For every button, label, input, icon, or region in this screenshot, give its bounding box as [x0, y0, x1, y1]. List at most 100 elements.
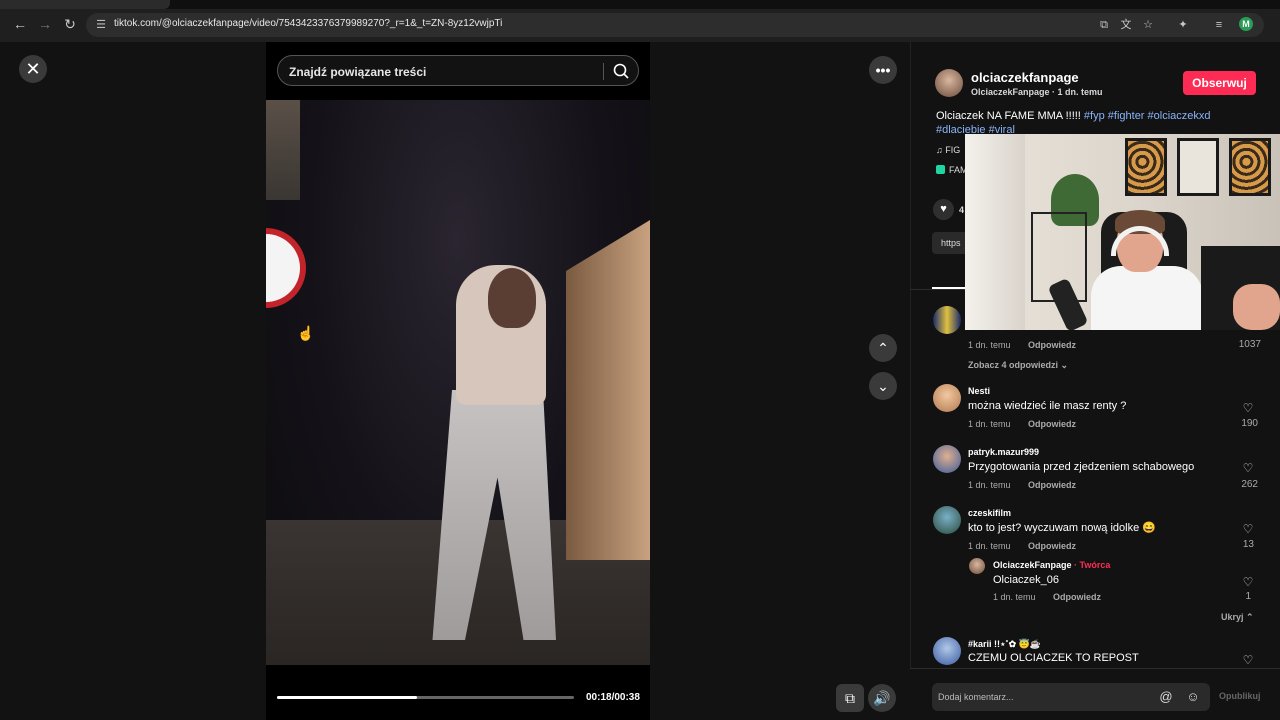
extensions-icon[interactable]: ✦	[1176, 18, 1190, 32]
comment-like-count: 190	[1241, 418, 1258, 429]
video-time: 00:18/00:38	[586, 692, 640, 703]
url-text[interactable]: tiktok.com/@olciaczekfanpage/video/75434…	[114, 18, 502, 29]
comment-reply-link[interactable]: Odpowiedz	[1028, 419, 1076, 429]
comment-input[interactable]: Dodaj komentarz... @ ☺	[932, 683, 1210, 711]
comment-time: 1 dn. temu	[968, 480, 1011, 490]
chevron-up-icon: ⌃	[877, 340, 889, 356]
comment-username[interactable]: czeskifilm	[968, 508, 1011, 518]
video-player[interactable]: ☝	[266, 100, 650, 665]
search-placeholder: Znajdź powiązane treści	[289, 65, 427, 79]
video-person-head	[488, 268, 536, 328]
comment-reply-link[interactable]: Odpowiedz	[1028, 340, 1076, 350]
likes-count: 4	[959, 205, 965, 215]
video-progress-bar[interactable]	[277, 696, 574, 699]
webcam-curtain	[965, 134, 1025, 330]
mention-icon[interactable]: @	[1158, 689, 1174, 705]
forward-icon[interactable]: →	[35, 14, 55, 34]
view-replies-link[interactable]: Zobacz 4 odpowiedzi ⌄	[968, 360, 1068, 371]
reply-heart-icon[interactable]: ♡	[1241, 575, 1255, 589]
comment-time: 1 dn. temu	[968, 340, 1011, 350]
more-options-button[interactable]: •••	[869, 56, 897, 84]
effect-icon	[936, 165, 945, 174]
back-icon[interactable]: ←	[10, 14, 30, 34]
comment-heart-icon[interactable]: ♡	[1241, 461, 1255, 475]
comment-time: 1 dn. temu	[968, 541, 1011, 551]
profile-avatar[interactable]: M	[1239, 17, 1253, 31]
music-note-icon: ♫	[936, 145, 946, 155]
comment-text: można wiedzieć ile masz renty ?	[968, 400, 1127, 412]
comment-placeholder: Dodaj komentarz...	[938, 692, 1014, 702]
follow-button[interactable]: Obserwuj	[1183, 71, 1256, 95]
comment-username[interactable]: Nesti	[968, 386, 990, 396]
emoji-icon[interactable]: ☺	[1185, 689, 1201, 705]
reply-time: 1 dn. temu	[993, 592, 1036, 602]
reload-icon[interactable]: ↻	[60, 14, 80, 34]
comment-like-count: 262	[1241, 479, 1258, 490]
chevron-up-icon: ⌃	[1246, 612, 1254, 622]
video-progress-fill	[277, 696, 417, 699]
webcam-frame-3	[1229, 138, 1271, 196]
heart-icon: ♥	[940, 203, 947, 215]
hashtag-fighter[interactable]: #fighter	[1108, 110, 1145, 122]
chevron-down-icon: ⌄	[1060, 360, 1069, 370]
close-button[interactable]: ✕	[19, 55, 47, 83]
more-icon: •••	[875, 62, 891, 78]
comment-heart-icon[interactable]: ♡	[1241, 522, 1255, 536]
tab-search-icon[interactable]: ≡	[1212, 18, 1226, 32]
mouse-cursor-icon: ☝	[297, 325, 315, 341]
caption-text: Olciaczek NA FAME MMA !!!!!	[936, 110, 1084, 122]
pip-button[interactable]: ⧉	[836, 684, 864, 712]
comment-avatar[interactable]	[933, 306, 961, 334]
hashtag-olciaczekxd[interactable]: #olciaczekxd	[1148, 110, 1211, 122]
effect-info[interactable]: FAM	[936, 165, 968, 175]
reply-avatar[interactable]	[969, 558, 985, 574]
comment-time: 1 dn. temu	[968, 419, 1011, 429]
author-avatar[interactable]	[935, 69, 963, 97]
related-search-input[interactable]: Znajdź powiązane treści	[277, 55, 639, 86]
comment-avatar[interactable]	[933, 445, 961, 473]
comment-text: Przygotowania przed zjedzeniem schaboweg…	[968, 461, 1195, 473]
comment-reply-link[interactable]: Odpowiedz	[1028, 480, 1076, 490]
previous-video-button[interactable]: ⌃	[869, 334, 897, 362]
reply-text: Olciaczek_06	[993, 574, 1060, 586]
install-icon[interactable]: ⧉	[1097, 18, 1111, 32]
comment-like-count: 13	[1242, 539, 1254, 550]
comment-username[interactable]: #karii !!⋆˚✿ 😇☕	[968, 639, 1041, 650]
like-button[interactable]: ♥	[933, 199, 954, 220]
hide-replies-text: Ukryj	[1221, 612, 1244, 622]
webcam-frame-1	[1125, 138, 1167, 196]
comment-avatar[interactable]	[933, 637, 961, 665]
comment-text: CZEMU OLCIACZEK TO REPOST	[968, 652, 1139, 664]
music-info[interactable]: ♫ FIG	[936, 145, 960, 155]
translate-icon[interactable]: 文	[1119, 18, 1133, 32]
video-building	[566, 220, 650, 560]
comment-avatar[interactable]	[933, 506, 961, 534]
webcam-frame-2	[1177, 138, 1219, 196]
volume-button[interactable]: 🔊	[868, 684, 896, 712]
author-subtitle: OlciaczekFanpage · 1 dn. temu	[971, 87, 1103, 97]
address-bar[interactable]: ☰ tiktok.com/@olciaczekfanpage/video/754…	[86, 13, 1264, 37]
webcam-hand	[1233, 284, 1280, 330]
hide-replies-link[interactable]: Ukryj ⌃	[1221, 612, 1254, 623]
search-icon[interactable]	[612, 62, 630, 80]
browser-chrome: ← → ↻ ☰ tiktok.com/@olciaczekfanpage/vid…	[0, 0, 1280, 42]
active-tab[interactable]	[0, 0, 170, 9]
hashtag-fyp[interactable]: #fyp	[1084, 110, 1105, 122]
reply-reply-link[interactable]: Odpowiedz	[1053, 592, 1101, 602]
webcam-overlay	[965, 134, 1280, 330]
site-settings-icon[interactable]: ☰	[94, 18, 108, 32]
webcam-shirt	[1091, 266, 1203, 330]
reply-username[interactable]: OlciaczekFanpage · Twórca	[993, 560, 1110, 570]
comment-heart-icon[interactable]: ♡	[1241, 653, 1255, 667]
creator-badge: · Twórca	[1071, 560, 1111, 570]
next-video-button[interactable]: ⌄	[869, 372, 897, 400]
publish-button[interactable]: Opublikuj	[1219, 691, 1261, 701]
bookmark-star-icon[interactable]: ☆	[1141, 18, 1155, 32]
tab-strip	[0, 0, 1280, 9]
comment-heart-icon[interactable]: ♡	[1241, 401, 1255, 415]
comment-username[interactable]: patryk.mazur999	[968, 447, 1039, 457]
author-name[interactable]: olciaczekfanpage	[971, 70, 1079, 85]
comment-reply-link[interactable]: Odpowiedz	[1028, 541, 1076, 551]
comment-avatar[interactable]	[933, 384, 961, 412]
comment-text: kto to jest? wyczuwam nową idolke 😄	[968, 522, 1156, 534]
